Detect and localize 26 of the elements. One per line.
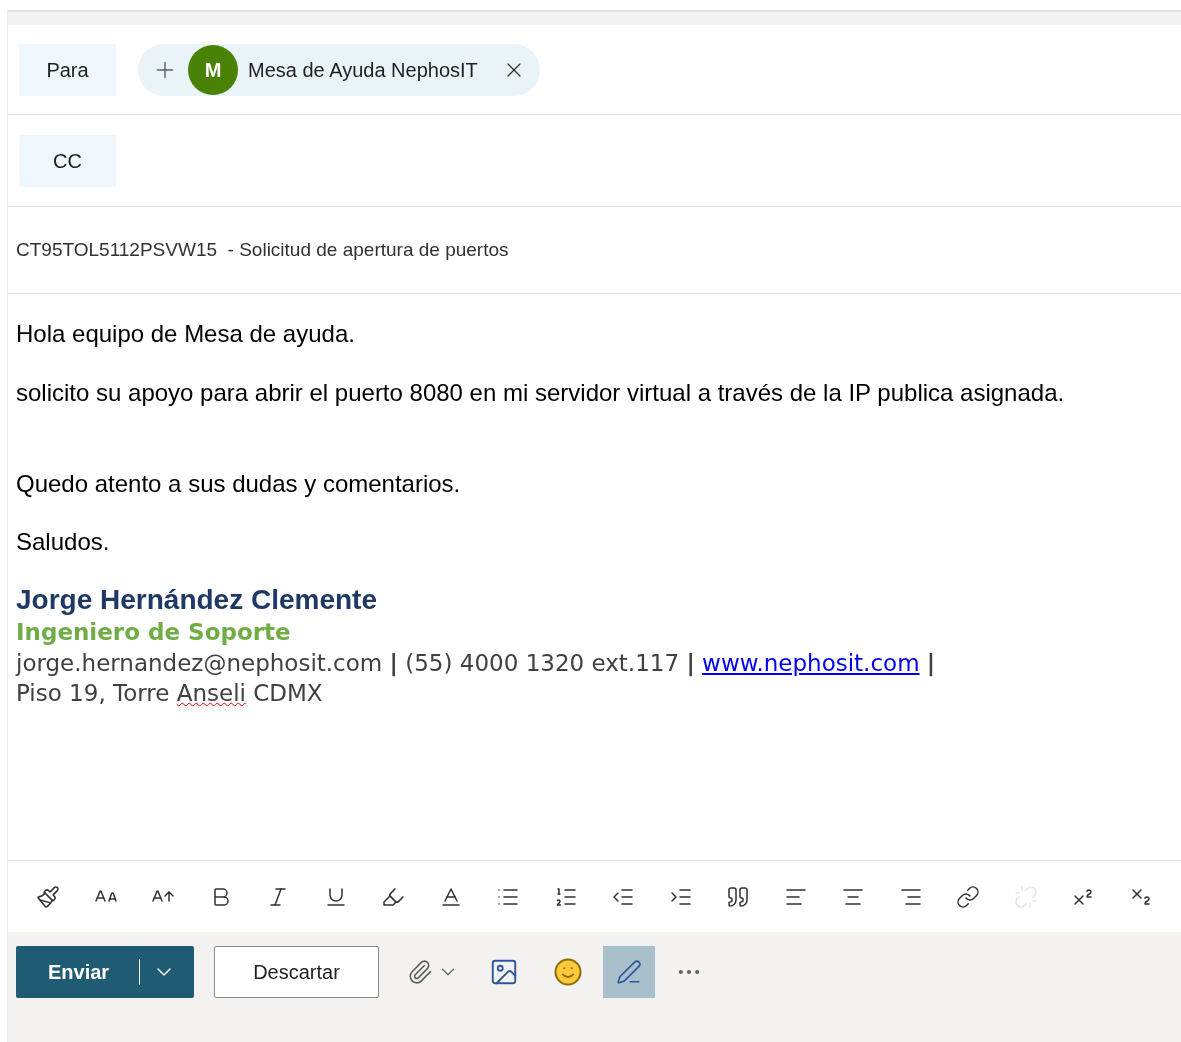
format-button[interactable] (603, 946, 655, 998)
discard-button[interactable]: Descartar (214, 946, 379, 998)
signature-address: Piso 19, Torre Anseli CDMX (16, 679, 323, 708)
signature-name: Jorge Hernández Clemente (16, 583, 377, 617)
paperclip-icon[interactable] (407, 959, 433, 985)
cc-button[interactable]: CC (19, 134, 116, 187)
subject-field[interactable]: CT95TOL5112PSVW15 - Solicitud de apertura de puertos (16, 235, 1173, 265)
recipient-chip[interactable]: M Mesa de Ayuda NephosIT (138, 43, 540, 96)
link-icon[interactable] (956, 884, 981, 909)
quote-icon[interactable] (726, 884, 751, 909)
signature-contact: jorge.hernandez@nephosit.com | (55) 4000 1320 ext.117 | www.nephosit.com | (16, 650, 936, 678)
pen-icon (616, 959, 642, 985)
body-paragraph: Saludos. (16, 528, 110, 558)
emoji-icon[interactable] (553, 957, 583, 987)
send-button[interactable]: Enviar (16, 946, 194, 998)
send-label[interactable]: Enviar (16, 957, 140, 987)
signature-title: Ingeniero de Soporte (16, 618, 291, 647)
body-paragraph: Quedo atento a sus dudas y comentarios. (16, 469, 461, 499)
image-icon[interactable] (489, 957, 519, 987)
avatar: M (188, 44, 238, 95)
paintbrush-icon[interactable] (36, 884, 60, 909)
body-paragraph: Hola equipo de Mesa de ayuda. (16, 320, 355, 349)
recipient-name: Mesa de Ayuda NephosIT (248, 57, 478, 83)
to-button[interactable]: Para (19, 43, 116, 96)
website-link[interactable]: www.nephosit.com (702, 650, 920, 677)
body-paragraph: solicito su apoyo para abrir el puerto 8080 en mi servidor virtual a través de la IP publica asignada. (16, 378, 1065, 408)
